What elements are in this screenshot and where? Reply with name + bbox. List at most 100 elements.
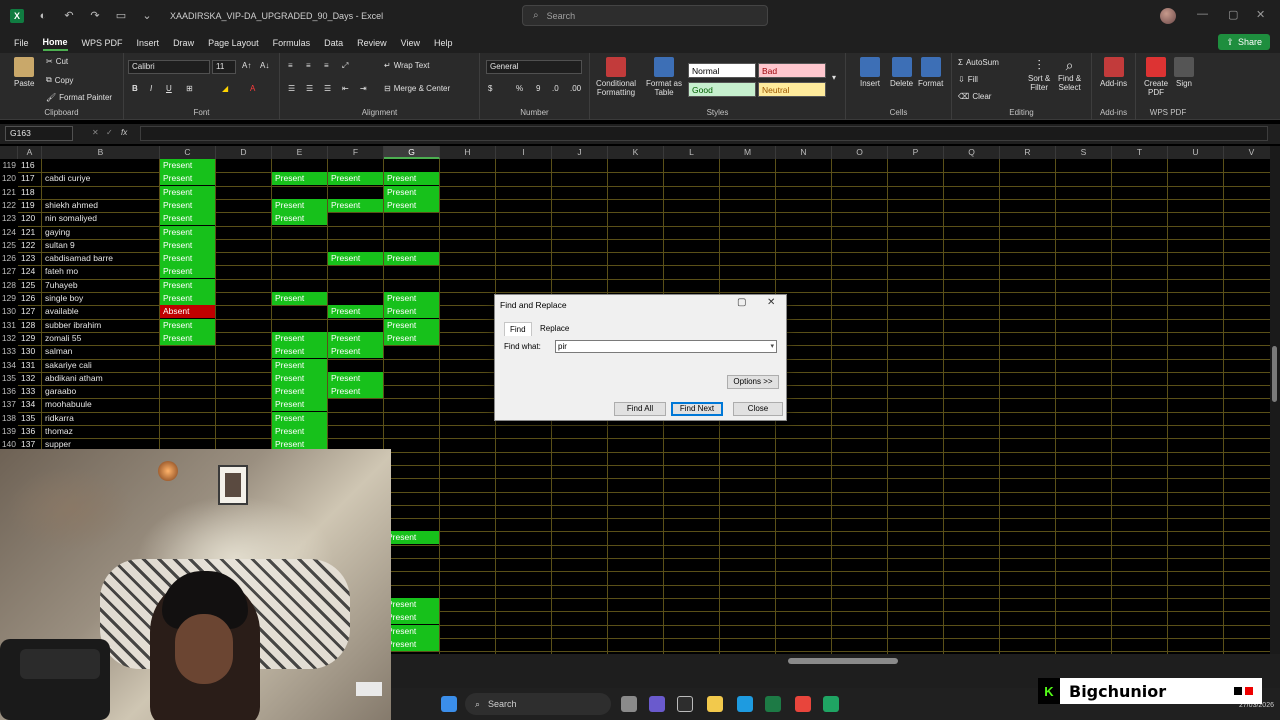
- tab-find[interactable]: Find: [504, 322, 532, 336]
- borders-icon[interactable]: ⊞: [186, 84, 193, 93]
- cell-g[interactable]: Present: [384, 531, 439, 545]
- row-header[interactable]: 133: [0, 345, 18, 358]
- row-header[interactable]: 139: [0, 425, 18, 438]
- style-good[interactable]: Good: [688, 82, 756, 97]
- tab-wps-pdf[interactable]: WPS PDF: [82, 36, 123, 50]
- column-header-n[interactable]: N: [776, 146, 832, 159]
- column-header-h[interactable]: H: [440, 146, 496, 159]
- format-painter-button[interactable]: 🖌 Format Painter: [46, 93, 112, 102]
- share-button[interactable]: ⇪ Share: [1218, 34, 1270, 50]
- cell-e[interactable]: Present: [272, 371, 327, 385]
- tab-help[interactable]: Help: [434, 36, 453, 50]
- redo-icon[interactable]: ↷: [88, 9, 102, 23]
- cell-a[interactable]: 125: [18, 279, 41, 292]
- undo-icon[interactable]: ↶: [62, 9, 76, 23]
- decrease-font-size-icon[interactable]: A↓: [260, 61, 269, 70]
- cell-g[interactable]: Present: [384, 185, 439, 199]
- find-next-button[interactable]: Find Next: [671, 402, 723, 416]
- column-header-d[interactable]: D: [216, 146, 272, 159]
- find-dropdown-icon[interactable]: ▾: [770, 341, 774, 352]
- cell-a[interactable]: 120: [18, 212, 41, 225]
- align-bottom-icon[interactable]: ≡: [324, 61, 329, 70]
- vertical-scrollbar[interactable]: [1270, 146, 1280, 654]
- cell-b[interactable]: sultan 9: [42, 239, 159, 252]
- edge-icon[interactable]: [737, 696, 753, 712]
- row-header[interactable]: 135: [0, 372, 18, 385]
- font-name-select[interactable]: Calibri: [128, 60, 210, 74]
- cell-c[interactable]: Present: [160, 198, 215, 212]
- tab-page-layout[interactable]: Page Layout: [208, 36, 259, 50]
- cell-a[interactable]: 127: [18, 305, 41, 318]
- formula-input[interactable]: [140, 126, 1268, 141]
- align-center-icon[interactable]: ☰: [306, 84, 313, 93]
- cell-c[interactable]: Present: [160, 331, 215, 345]
- column-header-r[interactable]: R: [1000, 146, 1056, 159]
- cell-a[interactable]: 129: [18, 332, 41, 345]
- decrease-decimal-icon[interactable]: .00: [570, 84, 581, 93]
- row-header[interactable]: 138: [0, 412, 18, 425]
- row-header[interactable]: 123: [0, 212, 18, 225]
- align-middle-icon[interactable]: ≡: [306, 61, 311, 70]
- percent-button[interactable]: %: [516, 84, 523, 93]
- column-header-f[interactable]: F: [328, 146, 384, 159]
- cell-a[interactable]: 132: [18, 372, 41, 385]
- style-neutral[interactable]: Neutral: [758, 82, 826, 97]
- cancel-entry-icon[interactable]: ✕: [92, 128, 99, 137]
- cell-a[interactable]: 122: [18, 239, 41, 252]
- underline-button[interactable]: U: [166, 84, 172, 93]
- cell-c[interactable]: Present: [160, 292, 215, 305]
- cell-g[interactable]: Present: [384, 597, 439, 611]
- cell-c[interactable]: Present: [160, 265, 215, 279]
- cell-c[interactable]: Present: [160, 159, 215, 172]
- autosum-button[interactable]: Σ AutoSum: [958, 58, 999, 67]
- row-header[interactable]: 127: [0, 265, 18, 278]
- cell-b[interactable]: sakariye cali: [42, 359, 159, 372]
- excel-taskbar-icon[interactable]: [765, 696, 781, 712]
- confirm-entry-icon[interactable]: ✓: [106, 128, 113, 137]
- copy-button[interactable]: ⧉ Copy: [46, 75, 73, 85]
- cell-a[interactable]: 121: [18, 226, 41, 239]
- orientation-icon[interactable]: ⤢: [342, 61, 348, 71]
- conditional-formatting-button[interactable]: Conditional Formatting: [596, 57, 636, 97]
- column-header-e[interactable]: E: [272, 146, 328, 159]
- taskbar-search[interactable]: ⌕ Search: [465, 693, 611, 715]
- cell-g[interactable]: Present: [384, 624, 439, 638]
- start-icon[interactable]: [441, 696, 457, 712]
- column-header-k[interactable]: K: [608, 146, 664, 159]
- cell-g[interactable]: Present: [384, 331, 439, 345]
- cell-b[interactable]: fateh mo: [42, 265, 159, 278]
- cell-e[interactable]: Present: [272, 292, 327, 305]
- row-header[interactable]: 124: [0, 226, 18, 239]
- cell-a[interactable]: 117: [18, 172, 41, 185]
- tab-formulas[interactable]: Formulas: [273, 36, 311, 50]
- cell-c[interactable]: Present: [160, 225, 215, 239]
- insert-function-button[interactable]: fx: [121, 128, 127, 137]
- dialog-close-icon[interactable]: ✕: [767, 297, 775, 308]
- cell-f[interactable]: Present: [328, 345, 383, 359]
- cell-g[interactable]: Present: [384, 292, 439, 305]
- cell-e[interactable]: Present: [272, 345, 327, 359]
- cell-b[interactable]: moohabuule: [42, 398, 159, 411]
- row-header[interactable]: 136: [0, 385, 18, 398]
- cell-a[interactable]: 134: [18, 398, 41, 411]
- cell-g[interactable]: Present: [384, 252, 439, 266]
- row-header[interactable]: 126: [0, 252, 18, 265]
- cell-c[interactable]: Present: [160, 238, 215, 252]
- cell-b[interactable]: abdikani atham: [42, 372, 159, 385]
- cell-e[interactable]: Present: [272, 331, 327, 345]
- app-icon[interactable]: [823, 696, 839, 712]
- cell-b[interactable]: nin somaliyed: [42, 212, 159, 225]
- cell-e[interactable]: Present: [272, 385, 327, 399]
- tab-draw[interactable]: Draw: [173, 36, 194, 50]
- cell-b[interactable]: gaying: [42, 226, 159, 239]
- title-search-box[interactable]: ⌕ Search: [522, 5, 768, 26]
- insert-cells-button[interactable]: Insert: [860, 57, 880, 88]
- align-top-icon[interactable]: ≡: [288, 61, 293, 70]
- cell-b[interactable]: ridkarra: [42, 412, 159, 425]
- cell-b[interactable]: zomali 55: [42, 332, 159, 345]
- dialog-close-button[interactable]: Close: [733, 402, 783, 416]
- column-header-m[interactable]: M: [720, 146, 776, 159]
- sign-button[interactable]: Sign: [1174, 57, 1194, 88]
- align-right-icon[interactable]: ☰: [324, 84, 331, 93]
- cell-b[interactable]: cabdi curiye: [42, 172, 159, 185]
